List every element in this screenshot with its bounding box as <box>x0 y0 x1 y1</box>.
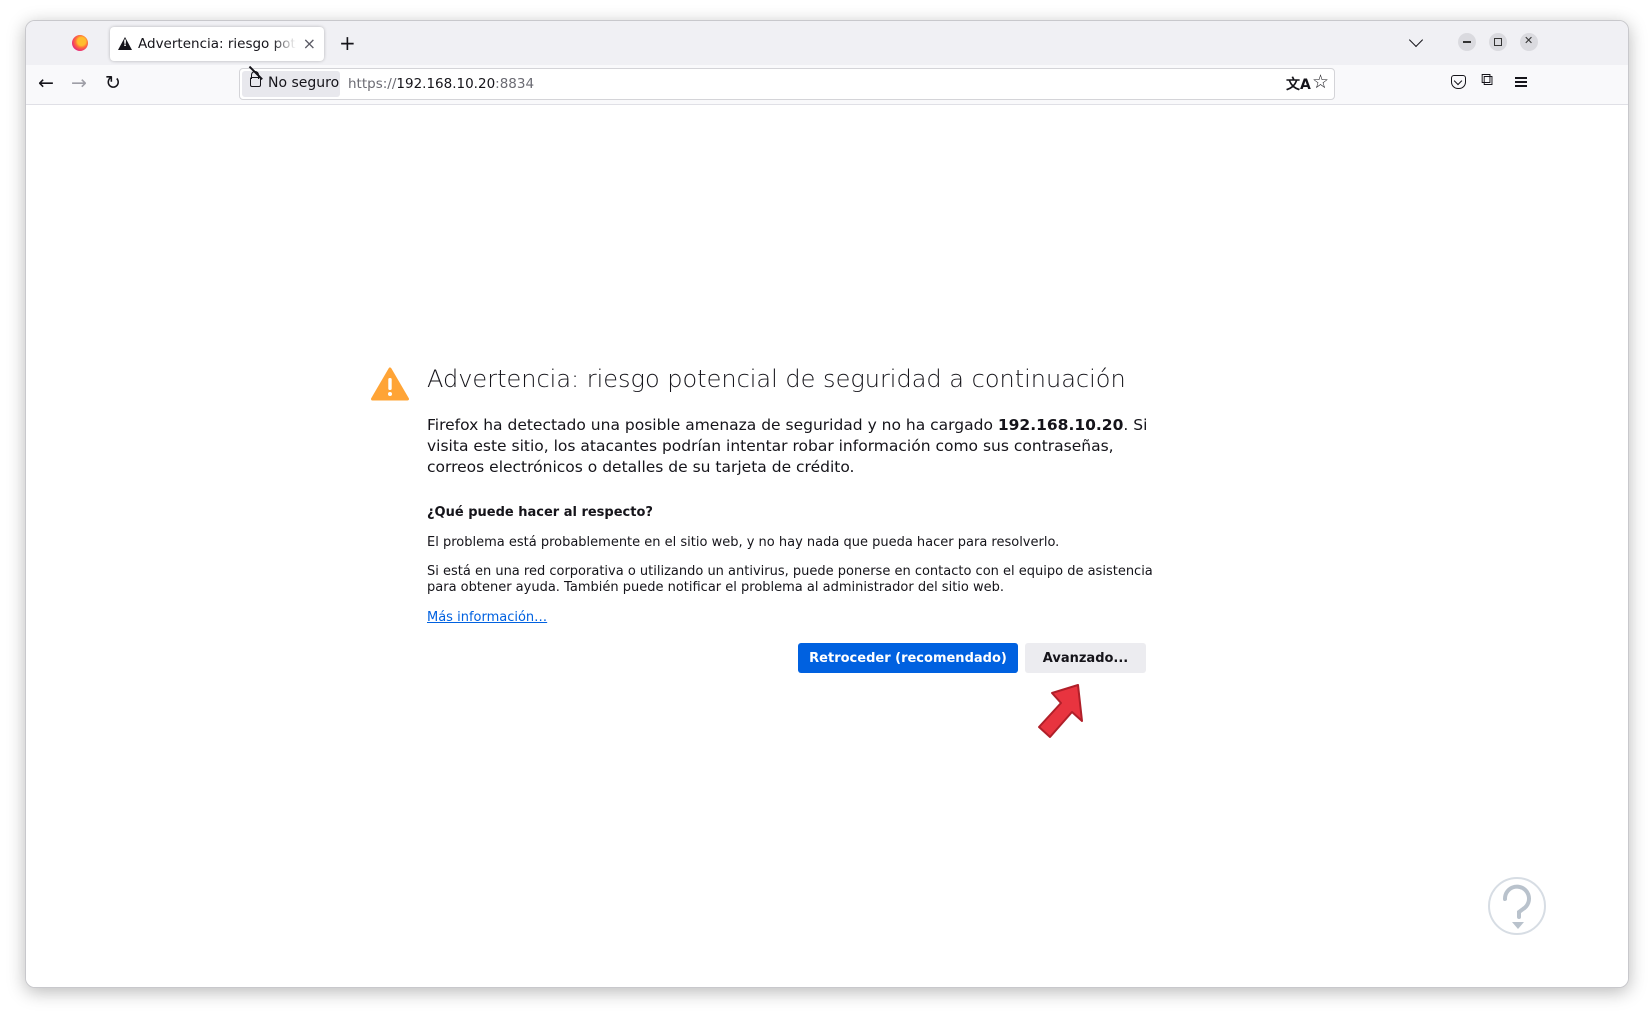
tab-active[interactable]: Advertencia: riesgo poten × <box>110 27 324 61</box>
watermark-logo-icon <box>1488 877 1546 935</box>
firefox-icon[interactable] <box>72 35 88 51</box>
insecure-lock-icon <box>250 71 261 87</box>
close-window-button[interactable] <box>1520 33 1538 51</box>
intro-text: Firefox ha detectado una posible amenaza… <box>427 415 1157 478</box>
hamburger-menu-icon[interactable] <box>1515 77 1527 79</box>
chevron-down-icon[interactable] <box>1408 32 1424 48</box>
annotation-arrow-icon <box>1038 684 1083 738</box>
what-to-do-heading: ¿Qué puede hacer al respecto? <box>427 505 653 520</box>
url-port: :8834 <box>495 76 535 92</box>
bookmark-star-icon[interactable]: ☆ <box>1312 71 1329 93</box>
url-scheme: https:// <box>348 76 397 92</box>
forward-button[interactable]: → <box>71 72 87 94</box>
intro-host: 192.168.10.20 <box>997 416 1124 434</box>
go-back-button[interactable]: Retroceder (recomendado) <box>798 643 1018 673</box>
maximize-button[interactable] <box>1489 33 1507 51</box>
extensions-icon[interactable]: ⧉ <box>1481 70 1493 90</box>
warning-icon <box>118 37 132 50</box>
translate-icon[interactable]: 文A <box>1286 74 1311 94</box>
identity-label: No seguro <box>268 75 340 91</box>
advanced-button[interactable]: Avanzado... <box>1025 643 1146 673</box>
tab-title: Advertencia: riesgo poten <box>138 36 296 52</box>
identity-box[interactable]: No seguro <box>242 71 340 97</box>
more-info-link[interactable]: Más información… <box>427 610 547 625</box>
warning-triangle-icon <box>371 367 409 401</box>
tab-strip: Advertencia: riesgo poten × + <box>26 21 1628 65</box>
url-text[interactable]: https://192.168.10.20:8834 <box>348 76 534 92</box>
url-host: 192.168.10.20 <box>396 76 496 92</box>
minimize-button[interactable] <box>1458 33 1476 51</box>
error-page: Advertencia: riesgo potencial de segurid… <box>26 105 1628 987</box>
navigation-toolbar: ← → ↻ No seguro https://192.168.10.20:88… <box>26 65 1628 105</box>
browser-window: Advertencia: riesgo poten × + ← → ↻ No s… <box>25 20 1629 988</box>
intro-before: Firefox ha detectado una posible amenaza… <box>427 416 998 434</box>
page-title: Advertencia: riesgo potencial de segurid… <box>427 365 1126 393</box>
new-tab-button[interactable]: + <box>339 31 356 55</box>
reload-button[interactable]: ↻ <box>105 72 121 94</box>
back-button[interactable]: ← <box>38 72 54 94</box>
close-tab-icon[interactable]: × <box>303 34 316 53</box>
explanation-paragraph: El problema está probablemente en el sit… <box>427 535 1060 550</box>
url-bar[interactable]: No seguro https://192.168.10.20:8834 文A … <box>239 68 1335 100</box>
pocket-icon[interactable] <box>1451 75 1466 89</box>
corporate-network-paragraph: Si está en una red corporativa o utiliza… <box>427 564 1153 595</box>
